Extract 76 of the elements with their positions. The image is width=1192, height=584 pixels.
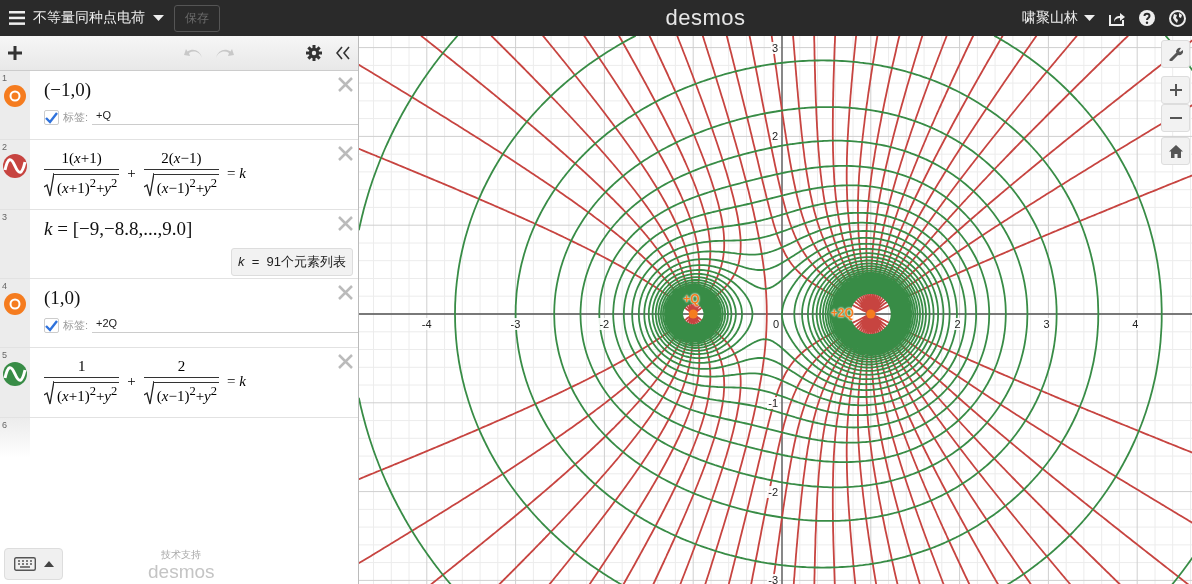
caret-icon[interactable]: [1084, 15, 1095, 21]
point-label: +2Q: [830, 306, 854, 320]
label-field[interactable]: +2Q: [92, 317, 358, 333]
zoom-in-button[interactable]: [1161, 76, 1190, 104]
caret-icon: [43, 561, 54, 567]
point-marker[interactable]: [688, 309, 698, 319]
label-caption: 标签:: [63, 109, 89, 125]
expression-math[interactable]: (1,0): [44, 287, 328, 309]
caret-icon[interactable]: [153, 15, 164, 21]
plus-sign: +: [127, 165, 136, 182]
axis-tick-label: -1: [767, 396, 779, 409]
keyboard-icon: [13, 557, 36, 571]
axis-tick-label: 3: [770, 41, 779, 54]
plus-sign: +: [127, 373, 136, 390]
zoom-out-button[interactable]: [1161, 104, 1190, 132]
square-root-icon: [143, 381, 154, 405]
powered-by-text: 技术支持: [161, 548, 202, 562]
row-number: 1: [2, 73, 7, 83]
share-icon[interactable]: [1109, 10, 1125, 26]
axis-tick-label: -2: [598, 318, 611, 330]
row-number: 3: [2, 212, 7, 222]
label-caption: 标签:: [63, 317, 89, 333]
collapse-icon[interactable]: [336, 46, 350, 60]
user-name[interactable]: 啸聚山林: [1022, 9, 1078, 27]
graph-title[interactable]: 不等量同种点电荷: [33, 9, 145, 27]
globe-icon[interactable]: [1169, 9, 1186, 27]
numerator: 2: [176, 358, 187, 376]
axis-tick-label: 0: [772, 318, 781, 330]
axis-tick-label: 2: [953, 318, 962, 330]
square-root-icon: [44, 173, 54, 197]
list-summary: k = 91个元素列表: [231, 248, 353, 276]
axis-tick-label: 3: [1042, 318, 1051, 330]
graph-canvas[interactable]: -4 -3 -2 0 2 3 4 3 2 -1 -2 -3 +Q +2Q: [359, 36, 1192, 584]
wave-style-icon[interactable]: [3, 362, 27, 386]
home-icon: [1168, 144, 1183, 158]
numerator: 1: [76, 358, 87, 376]
denominator: (x−1)$^{2}$+y$^{2}$: [153, 382, 220, 405]
label-checkbox[interactable]: [44, 109, 59, 125]
expression-math[interactable]: (−1,0): [44, 79, 328, 101]
denominator: (x+1)$^{2}$+y$^{2}$: [54, 382, 120, 405]
row-number: 5: [2, 350, 7, 360]
axis-tick-label: 2: [770, 130, 779, 143]
equation-right-side: = k: [227, 373, 246, 390]
square-root-icon: [143, 173, 154, 197]
settings-icon[interactable]: [306, 45, 322, 61]
point-marker[interactable]: [866, 309, 876, 319]
axis-tick-label: 4: [1131, 318, 1140, 330]
square-root-icon: [44, 381, 54, 405]
label-field[interactable]: +Q: [92, 109, 358, 125]
denominator: (x+1)$^{2}$+y$^{2}$: [54, 174, 120, 197]
graph-settings-button[interactable]: [1161, 40, 1190, 68]
menu-icon[interactable]: [9, 11, 25, 25]
label-checkbox[interactable]: [44, 317, 59, 333]
logo: desmos: [665, 5, 746, 31]
numerator: 1(x+1): [60, 150, 103, 168]
wave-style-icon[interactable]: [3, 154, 27, 178]
denominator: (x−1)$^{2}$+y$^{2}$: [153, 174, 220, 197]
point-style-icon[interactable]: [4, 85, 26, 107]
axis-tick-label: -3: [509, 318, 522, 330]
row-number: 2: [2, 142, 7, 152]
add-icon[interactable]: [8, 46, 22, 60]
point-label: +Q: [683, 292, 700, 306]
default-zoom-button[interactable]: [1161, 137, 1190, 165]
axis-tick-label: -3: [767, 574, 779, 584]
numerator: 2(x−1): [160, 150, 203, 168]
row-number: 4: [2, 281, 7, 291]
help-icon[interactable]: [1139, 10, 1155, 26]
point-style-icon[interactable]: [4, 293, 26, 315]
equation-right-side: = k: [227, 165, 246, 182]
row-number: 6: [2, 420, 7, 430]
expression-math[interactable]: k = [−9,−8.8,...,9.0]: [44, 218, 328, 240]
axis-tick-label: -4: [420, 318, 433, 330]
keyboard-button[interactable]: [4, 548, 63, 580]
zoom-in-icon: [1169, 84, 1182, 96]
wrench-icon: [1168, 47, 1183, 61]
axis-tick-label: -2: [767, 485, 779, 498]
